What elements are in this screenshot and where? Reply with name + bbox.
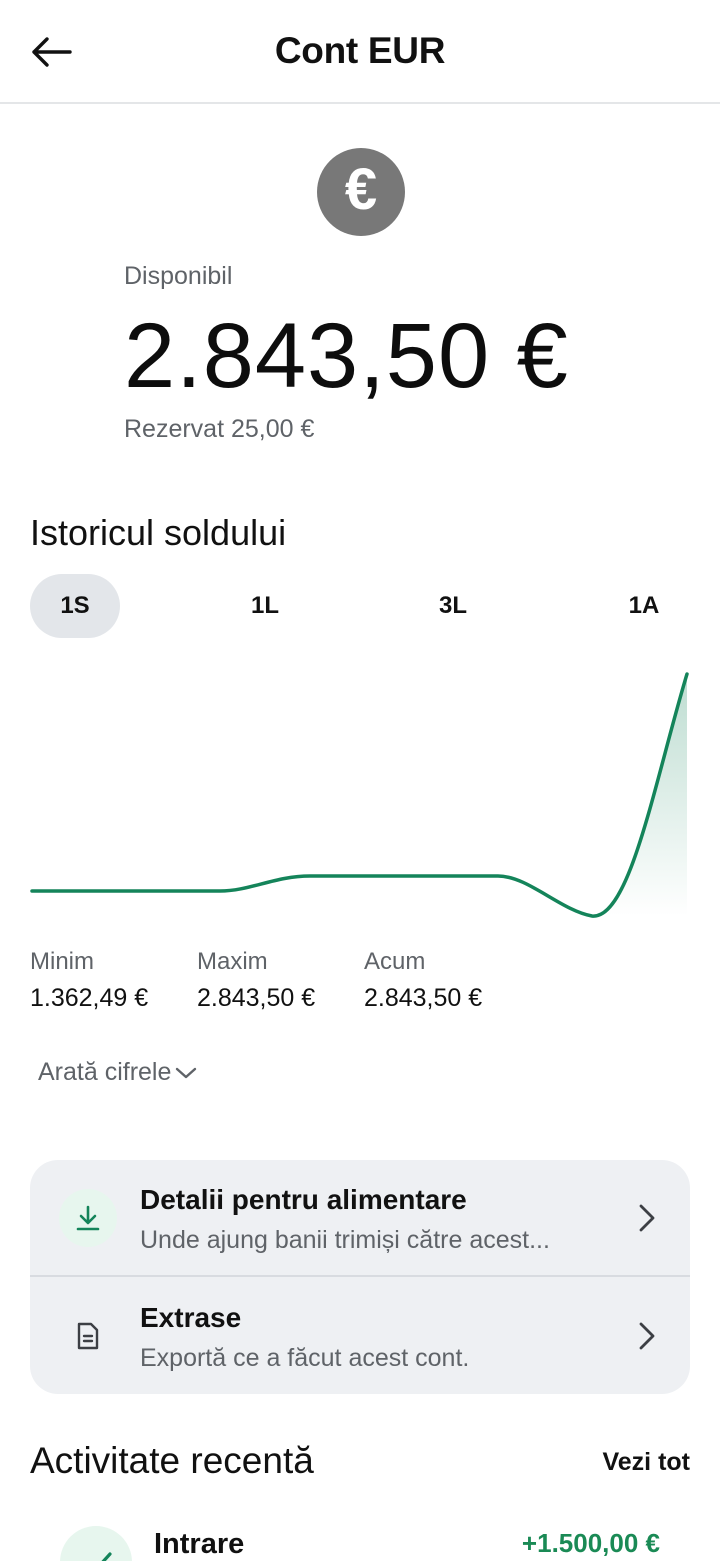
- show-figures-toggle[interactable]: Arată cifrele: [38, 1058, 197, 1087]
- row-title: Extrase: [140, 1302, 242, 1333]
- history-title: Istoricul soldului: [30, 512, 287, 553]
- currency-symbol: €: [344, 157, 378, 222]
- page-title: Cont EUR: [274, 30, 446, 71]
- stat-max: Maxim 2.843,50 €: [197, 948, 315, 1013]
- stat-label: Minim: [30, 948, 94, 975]
- account-actions-card: Detalii pentru alimentare Unde ajung ban…: [30, 1160, 690, 1394]
- stat-min: Minim 1.362,49 €: [30, 948, 148, 1013]
- stat-value: 1.362,49 €: [30, 984, 149, 1012]
- stat-label: Maxim: [197, 948, 268, 975]
- reserved-amount: Rezervat 25,00 €: [124, 415, 315, 443]
- chart-line: [30, 672, 689, 918]
- row-subtitle: Unde ajung banii trimiși către acest...: [140, 1226, 550, 1254]
- tab-3l[interactable]: 3L: [408, 574, 498, 638]
- chevron-right-icon: [639, 1322, 655, 1350]
- available-label: Disponibil: [124, 262, 233, 290]
- top-bar: Cont EUR: [0, 0, 720, 104]
- balance-amount: 2.843,50 €: [124, 305, 569, 407]
- chart-area: [595, 674, 687, 916]
- tab-1a[interactable]: 1A: [598, 574, 690, 638]
- tab-1s[interactable]: 1S: [30, 574, 120, 638]
- balance-stats: Minim 1.362,49 € Maxim 2.843,50 € Acum 2…: [30, 948, 690, 1018]
- recent-activity-title: Activitate recentă: [30, 1440, 314, 1481]
- check-icon: [60, 1526, 132, 1561]
- show-figures-label: Arată cifrele: [38, 1058, 172, 1086]
- download-icon: [59, 1189, 117, 1247]
- topup-details-row[interactable]: Detalii pentru alimentare Unde ajung ban…: [30, 1160, 690, 1277]
- row-title: Detalii pentru alimentare: [140, 1184, 467, 1215]
- transaction-row[interactable]: Intrare +1.500,00 €: [30, 1520, 690, 1561]
- stat-label: Acum: [364, 948, 426, 975]
- transaction-amount: +1.500,00 €: [521, 1528, 660, 1558]
- transaction-title: Intrare: [154, 1528, 245, 1560]
- row-subtitle: Exportă ce a făcut acest cont.: [140, 1344, 470, 1372]
- range-tabs: 1S 1L 3L 1A: [30, 574, 690, 638]
- euro-icon: €: [317, 148, 405, 236]
- stat-value: 2.843,50 €: [197, 984, 316, 1012]
- balance-chart: [30, 672, 689, 918]
- chevron-down-icon: [176, 1067, 197, 1078]
- chevron-right-icon: [639, 1204, 655, 1232]
- see-all-link[interactable]: Vezi tot: [602, 1448, 690, 1477]
- stat-value: 2.843,50 €: [364, 984, 483, 1012]
- tab-1l[interactable]: 1L: [220, 574, 310, 638]
- statements-row[interactable]: Extrase Exportă ce a făcut acest cont.: [30, 1278, 690, 1394]
- stat-now: Acum 2.843,50 €: [364, 948, 482, 1013]
- document-icon: [59, 1307, 117, 1365]
